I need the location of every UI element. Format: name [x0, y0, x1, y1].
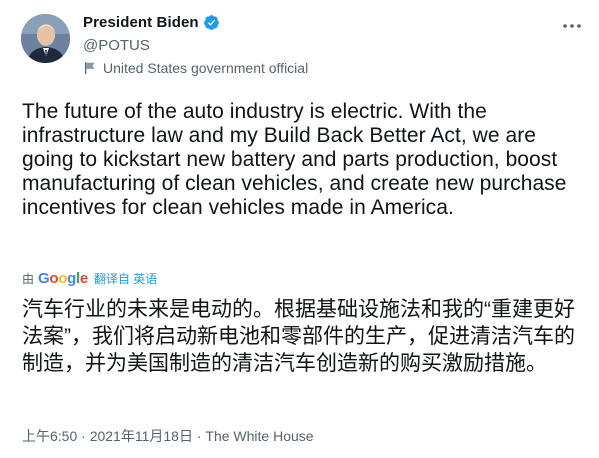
translation-by-label: 由 [22, 272, 35, 286]
more-horizontal-icon [563, 24, 581, 28]
avatar-image [21, 14, 70, 63]
author-handle[interactable]: @POTUS [83, 37, 150, 54]
translation-attribution: 由 Google 翻译自 英语 [22, 270, 157, 287]
more-button[interactable] [559, 16, 585, 36]
tweet-date[interactable]: 2021年11月18日 [90, 428, 193, 444]
google-logo: Google [38, 270, 88, 287]
author-name-row[interactable]: President Biden [83, 14, 220, 31]
tweet-text: The future of the auto industry is elect… [22, 100, 567, 219]
translated-text: 汽车行业的未来是电动的。根据基础设施法和我的“重建更好法案”，我们将启动新电池和… [22, 298, 575, 375]
avatar[interactable] [21, 14, 70, 63]
meta-separator: · [77, 428, 90, 444]
flag-icon [84, 62, 95, 75]
government-label: United States government official [83, 60, 308, 76]
author-name[interactable]: President Biden [83, 14, 199, 31]
tweet-time[interactable]: 上午6:50 [22, 428, 77, 444]
translate-source-link[interactable]: 翻译自 英语 [94, 270, 157, 287]
verified-badge-icon [203, 15, 219, 30]
meta-separator-2: · [192, 428, 206, 444]
tweet-source[interactable]: The White House [205, 428, 313, 444]
government-label-text: United States government official [103, 60, 309, 76]
tweet-meta: 上午6:50 · 2021年11月18日 · The White House [22, 426, 314, 446]
